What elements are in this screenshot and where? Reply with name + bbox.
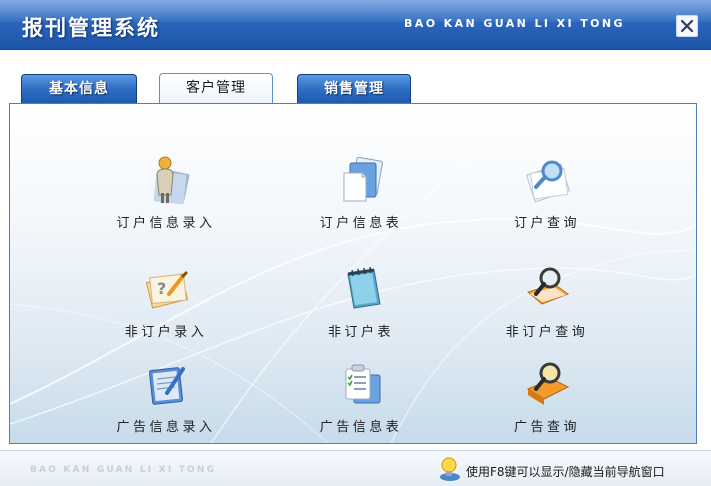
- tab-customer-management[interactable]: 客户管理: [159, 73, 273, 104]
- svg-text:?: ?: [157, 279, 166, 298]
- close-button[interactable]: [676, 15, 698, 37]
- notepad-icon: [347, 266, 381, 309]
- nav-item-label: 非订户录入: [124, 325, 208, 340]
- nav-item-subscriber-entry[interactable]: 订户信息录入: [91, 155, 241, 235]
- close-icon: [680, 19, 694, 33]
- lightbulb-icon: [440, 457, 460, 481]
- nav-item-nonsubscriber-query[interactable]: 非订户查询: [472, 264, 622, 344]
- magnifier-papers-icon: [525, 160, 571, 203]
- footer-brand: BAO KAN GUAN LI XI TONG: [30, 465, 217, 475]
- nav-item-label: 广告查询: [513, 420, 580, 435]
- nav-item-label: 非订户查询: [505, 325, 589, 340]
- title-bar: 报刊管理系统 BAO KAN GUAN LI XI TONG: [0, 0, 711, 50]
- status-bar: BAO KAN GUAN LI XI TONG 使用F8键可以显示/隐藏当前导航…: [0, 450, 711, 486]
- nav-item-label: 订户信息录入: [116, 216, 216, 231]
- nav-item-label: 广告信息表: [319, 420, 403, 435]
- nav-item-label: 广告信息录入: [116, 420, 216, 435]
- question-pen-papers-icon: ?: [145, 271, 189, 309]
- app-title: 报刊管理系统: [22, 16, 160, 40]
- nav-item-label: 订户信息表: [319, 216, 403, 231]
- nav-item-nonsubscriber-entry[interactable]: ? 非订户录入: [91, 264, 241, 344]
- tab-strip: 基本信息 客户管理 销售管理: [0, 73, 711, 104]
- nav-item-ad-entry[interactable]: 广告信息录入: [91, 359, 241, 439]
- magnifier-orange-book-icon: [526, 362, 570, 405]
- tab-sales-management[interactable]: 销售管理: [297, 74, 411, 103]
- checklist-icon: [345, 364, 381, 404]
- nav-item-nonsubscriber-table[interactable]: 非订户表: [286, 264, 436, 344]
- nav-item-label: 订户查询: [513, 216, 580, 231]
- tab-basic-info[interactable]: 基本信息: [21, 74, 137, 103]
- nav-item-ad-query[interactable]: 广告查询: [472, 359, 622, 439]
- nav-item-subscriber-query[interactable]: 订户查询: [472, 155, 622, 235]
- nav-item-label: 非订户表: [327, 325, 394, 340]
- f8-hint-text: 使用F8键可以显示/隐藏当前导航窗口: [466, 465, 665, 479]
- app-subtitle: BAO KAN GUAN LI XI TONG: [404, 17, 625, 30]
- person-folder-icon: [153, 156, 190, 205]
- pen-tablet-icon: [149, 367, 185, 405]
- documents-icon: [343, 156, 383, 202]
- nav-item-ad-table[interactable]: 广告信息表: [286, 359, 436, 439]
- magnifier-orange-folder-icon: [526, 267, 570, 305]
- nav-item-subscriber-table[interactable]: 订户信息表: [286, 155, 436, 235]
